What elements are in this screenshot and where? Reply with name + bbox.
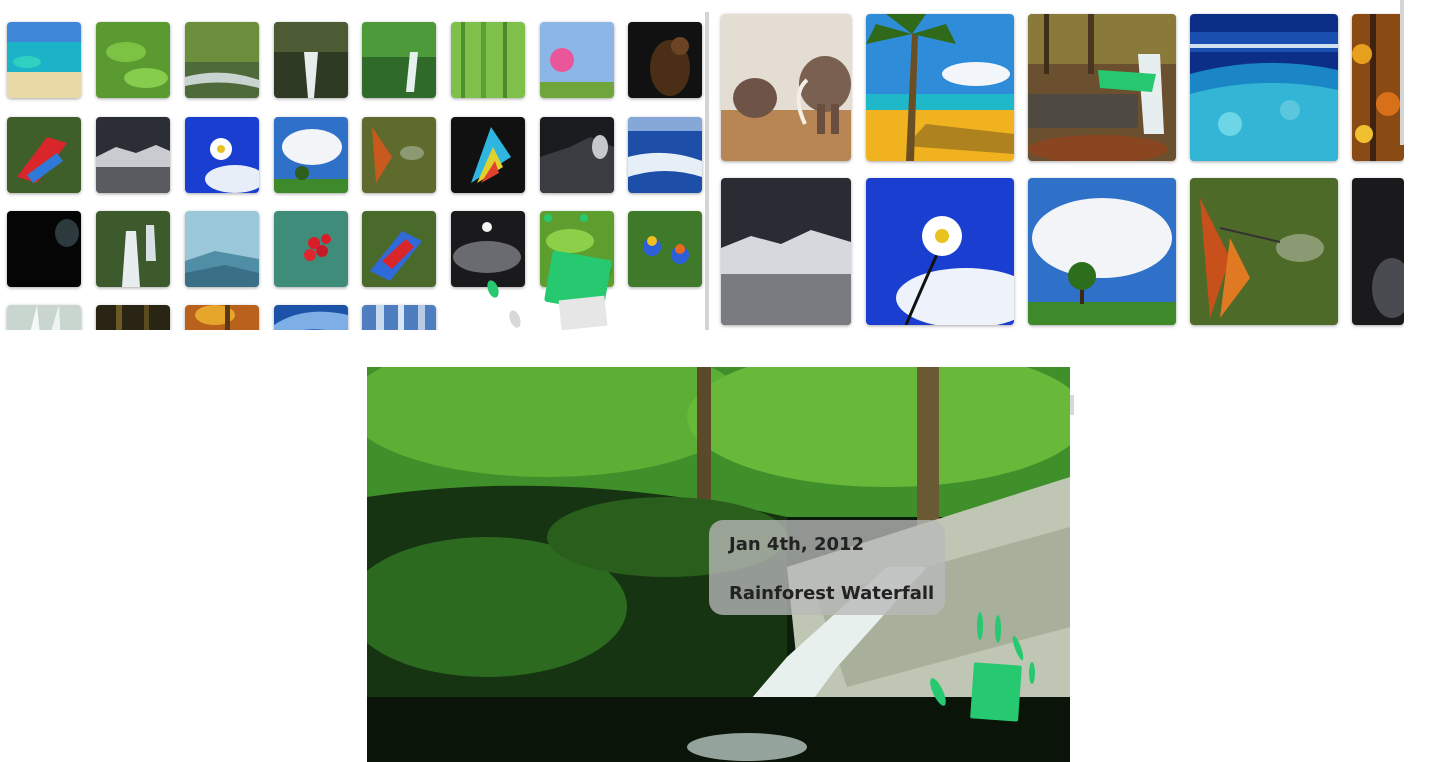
- gallery-thumbnail[interactable]: [185, 305, 259, 330]
- gallery-thumbnail[interactable]: [362, 117, 436, 193]
- gallery-thumbnail[interactable]: [628, 211, 702, 287]
- gallery-thumbnail[interactable]: [274, 305, 348, 330]
- gallery-thumbnail[interactable]: [7, 117, 81, 193]
- image-viewer[interactable]: Jan 4th, 2012 Rainforest Waterfall: [367, 367, 1070, 762]
- gallery-thumbnail[interactable]: [362, 22, 436, 98]
- gallery-thumbnail[interactable]: [451, 211, 525, 287]
- gallery-thumbnail[interactable]: [628, 22, 702, 98]
- gallery-thumbnail[interactable]: [185, 22, 259, 98]
- gallery-thumbnail[interactable]: [96, 117, 170, 193]
- gallery-thumbnail[interactable]: [540, 22, 614, 98]
- gallery-thumbnail-large[interactable]: [721, 14, 851, 161]
- gallery-thumbnail[interactable]: [185, 211, 259, 287]
- green-dot-shape: [580, 214, 588, 222]
- gallery-thumbnail-large[interactable]: [1190, 178, 1338, 325]
- gallery-thumbnail[interactable]: [362, 211, 436, 287]
- gallery-thumbnail[interactable]: [451, 22, 525, 98]
- gallery-thumbnail-large[interactable]: [866, 14, 1014, 161]
- left-gallery-scrollbar[interactable]: [705, 12, 709, 330]
- gallery-thumbnail[interactable]: [451, 117, 525, 193]
- gallery-thumbnail[interactable]: [7, 211, 81, 287]
- gallery-thumbnail-large[interactable]: [1028, 14, 1176, 161]
- gallery-thumbnail[interactable]: [96, 22, 170, 98]
- gallery-thumbnail-large[interactable]: [1028, 178, 1176, 325]
- marker-shadow-shape: [558, 295, 608, 330]
- caption-date: Jan 4th, 2012: [729, 534, 865, 555]
- gallery-thumbnail[interactable]: [362, 305, 436, 330]
- gallery-thumbnail[interactable]: [7, 22, 81, 98]
- image-caption-overlay: Jan 4th, 2012 Rainforest Waterfall: [709, 520, 945, 615]
- gallery-thumbnail-large[interactable]: [1190, 14, 1338, 161]
- right-gallery-scrollbar[interactable]: [1400, 0, 1404, 145]
- gallery-thumbnail[interactable]: [185, 117, 259, 193]
- gallery-thumbnail-large[interactable]: [721, 178, 851, 325]
- gallery-thumbnail[interactable]: [96, 305, 170, 330]
- gallery-thumbnail-large[interactable]: [866, 178, 1014, 325]
- green-dot-shape: [977, 612, 983, 640]
- left-thumbnail-gallery[interactable]: [0, 0, 708, 330]
- gallery-thumbnail[interactable]: [274, 117, 348, 193]
- grey-dot-shape: [507, 308, 523, 330]
- gallery-thumbnail[interactable]: [96, 211, 170, 287]
- gallery-thumbnail-large[interactable]: [1352, 178, 1404, 325]
- gallery-thumbnail[interactable]: [7, 305, 81, 330]
- green-dot-shape: [995, 615, 1001, 643]
- gallery-thumbnail[interactable]: [274, 22, 348, 98]
- caption-title: Rainforest Waterfall: [729, 583, 935, 604]
- gallery-thumbnail[interactable]: [274, 211, 348, 287]
- gallery-thumbnail-large[interactable]: [1352, 14, 1404, 161]
- viewer-scrollbar[interactable]: [1070, 395, 1074, 415]
- green-marker-shape: [970, 662, 1022, 722]
- green-dot-shape: [544, 214, 552, 222]
- right-thumbnail-gallery[interactable]: [716, 0, 1404, 330]
- gallery-thumbnail[interactable]: [628, 117, 702, 193]
- green-dot-shape: [1029, 662, 1035, 684]
- gallery-thumbnail[interactable]: [540, 117, 614, 193]
